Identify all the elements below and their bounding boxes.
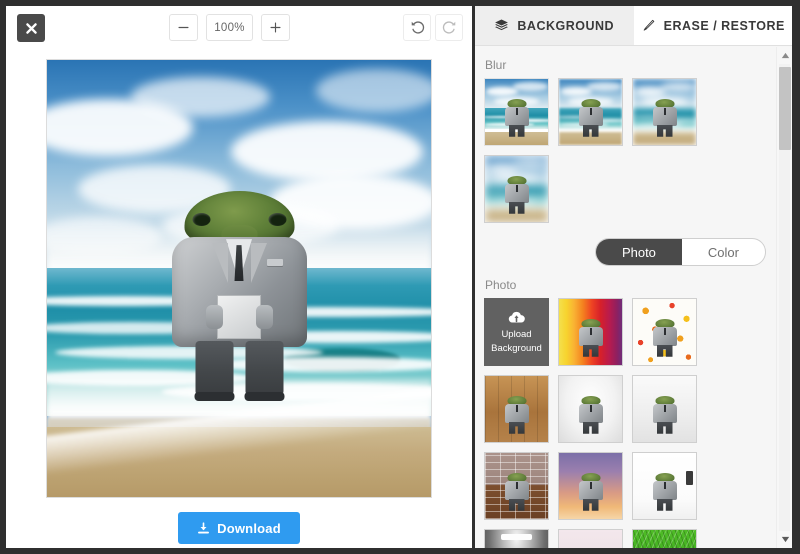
window-frame-right: [792, 0, 800, 554]
side-panel: BACKGROUND ERASE / RESTORE Blur Photo Co…: [475, 6, 792, 548]
panel-scrollbar[interactable]: [776, 47, 792, 548]
photo-option-brick-wall[interactable]: [484, 452, 549, 520]
tab-background-label: BACKGROUND: [517, 18, 615, 33]
toggle-option-color[interactable]: Color: [682, 239, 765, 265]
tab-erase-restore-label: ERASE / RESTORE: [663, 18, 785, 33]
photo-option-sunset-gradient[interactable]: [558, 452, 623, 520]
plus-icon: [270, 22, 281, 33]
blur-option-medium[interactable]: [632, 78, 697, 146]
photo-option-green-grass[interactable]: [632, 529, 697, 548]
photo-option-grey-studio[interactable]: [632, 375, 697, 443]
layers-icon: [495, 19, 509, 31]
zoom-level-display[interactable]: 100%: [206, 14, 253, 41]
undo-button[interactable]: [403, 14, 431, 41]
photo-option-pale-pink[interactable]: [558, 529, 623, 548]
window-frame-bottom: [0, 548, 800, 554]
blur-thumbnail-grid: [484, 78, 697, 223]
app-root: 100% Download BACKGROUND ERASE / RESTORE…: [0, 0, 800, 554]
scrollbar-up-button[interactable]: [777, 47, 792, 64]
editor-area: 100% Download: [6, 6, 472, 548]
photo-option-confetti-dots[interactable]: [632, 298, 697, 366]
photo-thumbnail-grid: Upload Background: [484, 298, 697, 548]
edited-image-preview[interactable]: [46, 59, 432, 498]
panel-content: Blur Photo Color Photo Upload Background: [475, 47, 776, 548]
subject-legs: [194, 341, 284, 403]
blur-section-label: Blur: [485, 58, 507, 72]
blur-option-high[interactable]: [484, 155, 549, 223]
photo-option-rainbow-stripes[interactable]: [558, 298, 623, 366]
caret-up-icon: [781, 52, 789, 59]
upload-background-tile[interactable]: Upload Background: [484, 298, 549, 366]
upload-label-line2: Background: [491, 343, 542, 354]
photo-option-light-studio[interactable]: [558, 375, 623, 443]
scrollbar-down-button[interactable]: [777, 531, 792, 548]
source-toggle-row: Photo Color: [484, 238, 776, 266]
download-button-label: Download: [217, 520, 281, 536]
subject-torso: [171, 237, 307, 348]
undo-arrow-icon: [411, 21, 424, 34]
canvas-wrapper: Download: [6, 48, 472, 548]
redo-arrow-icon: [442, 21, 455, 34]
caret-down-icon: [781, 536, 789, 543]
editor-toolbar: 100%: [6, 6, 472, 48]
minus-icon: [178, 26, 189, 29]
history-controls: [403, 14, 463, 41]
close-button[interactable]: [17, 14, 45, 42]
photo-option-white-room[interactable]: [632, 452, 697, 520]
download-icon: [198, 521, 210, 533]
scrollbar-thumb[interactable]: [779, 67, 791, 150]
download-button[interactable]: Download: [178, 512, 300, 544]
toggle-option-photo[interactable]: Photo: [595, 239, 682, 265]
upload-label-line1: Upload: [501, 329, 532, 341]
redo-button[interactable]: [435, 14, 463, 41]
blur-option-low[interactable]: [558, 78, 623, 146]
blur-option-none[interactable]: [484, 78, 549, 146]
close-x-icon: [25, 22, 37, 34]
cloud-upload-icon: [508, 311, 525, 323]
photo-section-label: Photo: [485, 278, 517, 292]
cutout-subject: [171, 191, 307, 403]
zoom-in-button[interactable]: [261, 14, 290, 41]
brush-icon: [643, 19, 654, 31]
zoom-controls: 100%: [169, 14, 290, 41]
download-bar: Download: [6, 512, 472, 544]
tab-background[interactable]: BACKGROUND: [475, 6, 634, 45]
photo-option-wood-planks[interactable]: [484, 375, 549, 443]
photo-option-spotlight-room[interactable]: [484, 529, 549, 548]
panel-tabs: BACKGROUND ERASE / RESTORE: [475, 6, 792, 46]
source-toggle: Photo Color: [594, 238, 766, 266]
held-paper: [217, 295, 261, 340]
zoom-out-button[interactable]: [169, 14, 198, 41]
tab-erase-restore[interactable]: ERASE / RESTORE: [633, 6, 792, 45]
